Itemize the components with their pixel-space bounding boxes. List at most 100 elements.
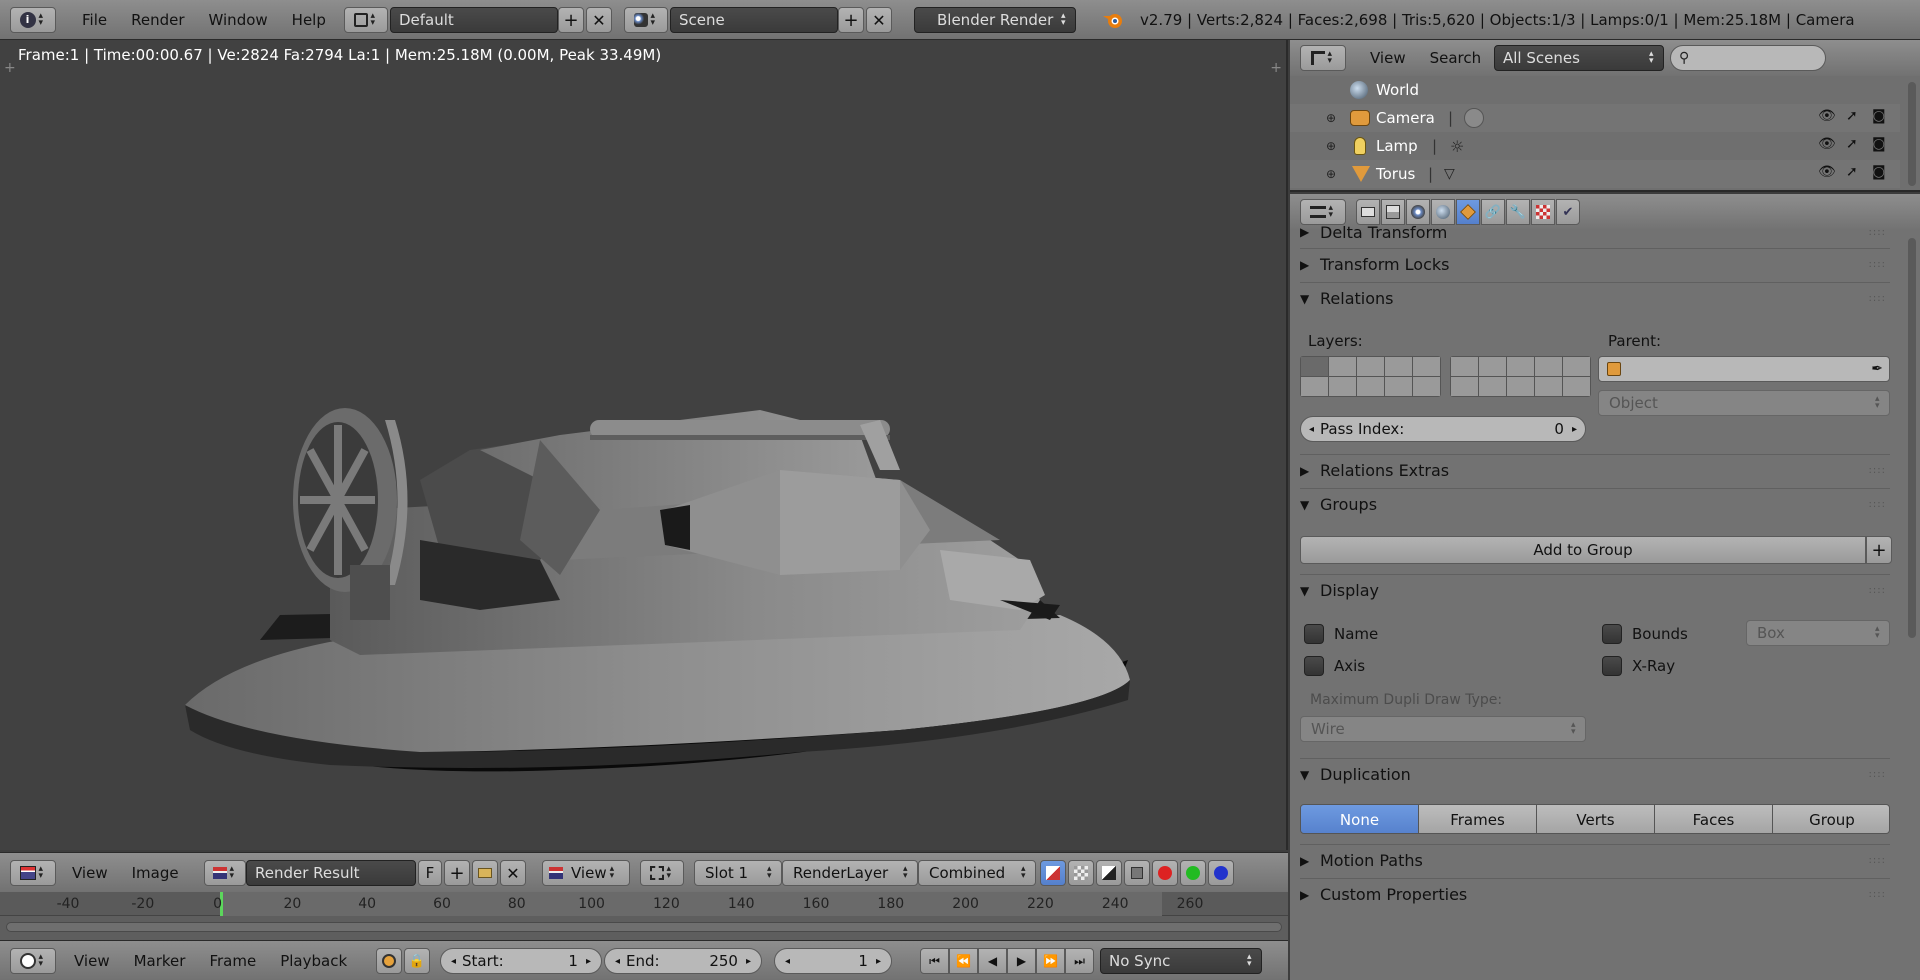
expand-icon[interactable]: ⊕ (1326, 139, 1336, 153)
menu-marker[interactable]: Marker (122, 941, 198, 980)
sync-mode-select[interactable]: No Sync ▴▾ (1100, 948, 1262, 974)
menu-frame[interactable]: Frame (197, 941, 268, 980)
timeline-ruler[interactable]: -40 -20 0 20 40 60 80 100 120 140 160 180 200 220 240 2… (0, 892, 1288, 940)
editor-type-info-button[interactable]: i (10, 7, 56, 33)
camera-data-icon[interactable] (1464, 108, 1484, 128)
add-layout-icon[interactable]: + (558, 7, 584, 33)
menu-render[interactable]: Render (119, 0, 196, 40)
axis-checkbox[interactable] (1304, 656, 1324, 676)
parent-field[interactable]: ✒ (1598, 356, 1890, 382)
green-channel-icon[interactable] (1180, 860, 1206, 886)
panel-relations-extras[interactable]: ▶ Relations Extras:::: (1300, 454, 1890, 486)
image-browse-button[interactable] (204, 860, 246, 886)
panel-custom-properties[interactable]: ▶ Custom Properties:::: (1300, 878, 1890, 910)
render-pass-select[interactable]: Combined (918, 860, 1036, 886)
jump-to-keyframe-back-icon[interactable]: ⏪ (949, 948, 978, 974)
menu-view[interactable]: View (62, 941, 122, 980)
eye-icon[interactable]: 👁 (1818, 136, 1836, 152)
render-result-viewport[interactable]: Frame:1 | Time:00:00.67 | Ve:2824 Fa:279… (0, 40, 1288, 850)
drag-grip-icon[interactable]: :::: (1869, 465, 1886, 476)
display-alpha-checker-icon[interactable] (1068, 860, 1094, 886)
red-channel-icon[interactable] (1152, 860, 1178, 886)
new-image-icon[interactable]: + (444, 860, 470, 886)
dupli-group-button[interactable]: Group (1773, 805, 1889, 833)
panel-motion-paths[interactable]: ▶ Motion Paths:::: (1300, 844, 1890, 876)
scene-name-field[interactable]: Scene (670, 7, 838, 33)
layers-grid-right[interactable] (1450, 356, 1591, 397)
render-layer-select[interactable]: RenderLayer (782, 860, 918, 886)
menu-view[interactable]: View (60, 853, 120, 893)
panel-delta-transform[interactable]: ▶ Delta Transform:::: (1300, 216, 1890, 248)
layers-grid-left[interactable] (1300, 356, 1441, 397)
drag-grip-icon[interactable]: :::: (1869, 293, 1886, 304)
drag-grip-icon[interactable]: :::: (1869, 769, 1886, 780)
jump-to-keyframe-forward-icon[interactable]: ⏩ (1036, 948, 1065, 974)
display-alpha-icon[interactable] (1096, 860, 1122, 886)
panel-groups[interactable]: ▼ Groups:::: (1300, 488, 1890, 520)
eyedropper-icon[interactable]: ✒ (1871, 361, 1883, 377)
lamp-data-icon[interactable]: ☼ (1450, 137, 1464, 156)
outliner-scrollbar[interactable] (1908, 82, 1916, 186)
select-arrow-icon[interactable]: ➚ (1846, 136, 1858, 152)
draw-channels-button[interactable] (640, 860, 684, 886)
parent-type-select[interactable]: Object ▴▾ (1598, 390, 1890, 416)
eye-icon[interactable]: 👁 (1818, 108, 1836, 124)
drag-grip-icon[interactable]: :::: (1869, 259, 1886, 270)
panel-transform-locks[interactable]: ▶ Transform Locks:::: (1300, 248, 1890, 280)
panel-display[interactable]: ▼ Display:::: (1300, 574, 1890, 606)
start-frame-field[interactable]: ◂ Start: 1 ▸ (440, 948, 602, 974)
dupli-frames-button[interactable]: Frames (1419, 805, 1537, 833)
name-checkbox[interactable] (1304, 624, 1324, 644)
xray-checkbox[interactable] (1602, 656, 1622, 676)
dupli-none-button[interactable]: None (1301, 805, 1419, 833)
scene-browse-button[interactable] (624, 7, 668, 33)
auto-keyframe-icon[interactable] (376, 948, 402, 974)
add-to-group-button[interactable]: Add to Group (1300, 536, 1866, 564)
add-group-plus-icon[interactable]: + (1866, 536, 1892, 564)
menu-search[interactable]: Search (1418, 40, 1494, 76)
display-color-alpha-icon[interactable] (1040, 860, 1066, 886)
mesh-data-icon[interactable]: ▽ (1444, 166, 1455, 182)
open-image-folder-icon[interactable] (472, 860, 498, 886)
jump-to-end-icon[interactable]: ⏭ (1065, 948, 1094, 974)
jump-to-start-icon[interactable]: ⏮ (920, 948, 949, 974)
drag-grip-icon[interactable]: :::: (1869, 499, 1886, 510)
expand-icon[interactable]: ⊕ (1326, 167, 1336, 181)
display-mode-select[interactable]: All Scenes ▴▾ (1494, 45, 1664, 71)
menu-file[interactable]: File (70, 0, 119, 40)
outliner-search-input[interactable]: ⚲ (1670, 45, 1826, 71)
render-camera-icon[interactable]: ◙ (1872, 136, 1886, 152)
lock-icon[interactable]: 🔒 (404, 948, 430, 974)
eye-icon[interactable]: 👁 (1818, 164, 1836, 180)
layout-browse-button[interactable] (344, 7, 388, 33)
drag-grip-icon[interactable]: :::: (1869, 855, 1886, 866)
dupli-draw-type-select[interactable]: Wire ▴▾ (1300, 716, 1586, 742)
render-engine-select[interactable]: Blender Render ▴▾ (914, 7, 1076, 33)
editor-type-image-button[interactable] (10, 860, 56, 886)
editor-type-timeline-button[interactable] (10, 948, 56, 974)
play-reverse-icon[interactable]: ◀ (978, 948, 1007, 974)
view-mode-select[interactable]: View (542, 860, 630, 886)
menu-window[interactable]: Window (197, 0, 280, 40)
remove-layout-icon[interactable]: ✕ (586, 7, 612, 33)
panel-duplication[interactable]: ▼ Duplication:::: (1300, 758, 1890, 790)
menu-help[interactable]: Help (280, 0, 338, 40)
pass-index-field[interactable]: ◂ Pass Index: 0 ▸ (1300, 416, 1586, 442)
display-zbuffer-icon[interactable] (1124, 860, 1150, 886)
panel-relations[interactable]: ▼ Relations:::: (1300, 282, 1890, 314)
outliner-item-camera[interactable]: ⊕ Camera | (1290, 104, 1900, 132)
outliner-item-lamp[interactable]: ⊕ Lamp | ☼ (1290, 132, 1900, 160)
menu-view[interactable]: View (1358, 40, 1418, 76)
menu-image[interactable]: Image (120, 853, 191, 893)
timeline-scrollbar[interactable] (6, 922, 1282, 932)
current-frame-field[interactable]: ◂ 1 ▸ (774, 948, 892, 974)
blue-channel-icon[interactable] (1208, 860, 1234, 886)
render-slot-select[interactable]: Slot 1 (694, 860, 782, 886)
editor-type-outliner-button[interactable] (1300, 45, 1346, 71)
layout-name-field[interactable]: Default (390, 7, 558, 33)
select-arrow-icon[interactable]: ➚ (1846, 164, 1858, 180)
dupli-verts-button[interactable]: Verts (1537, 805, 1655, 833)
end-frame-field[interactable]: ◂ End: 250 ▸ (604, 948, 762, 974)
expand-icon[interactable]: ⊕ (1326, 111, 1336, 125)
select-arrow-icon[interactable]: ➚ (1846, 108, 1858, 124)
